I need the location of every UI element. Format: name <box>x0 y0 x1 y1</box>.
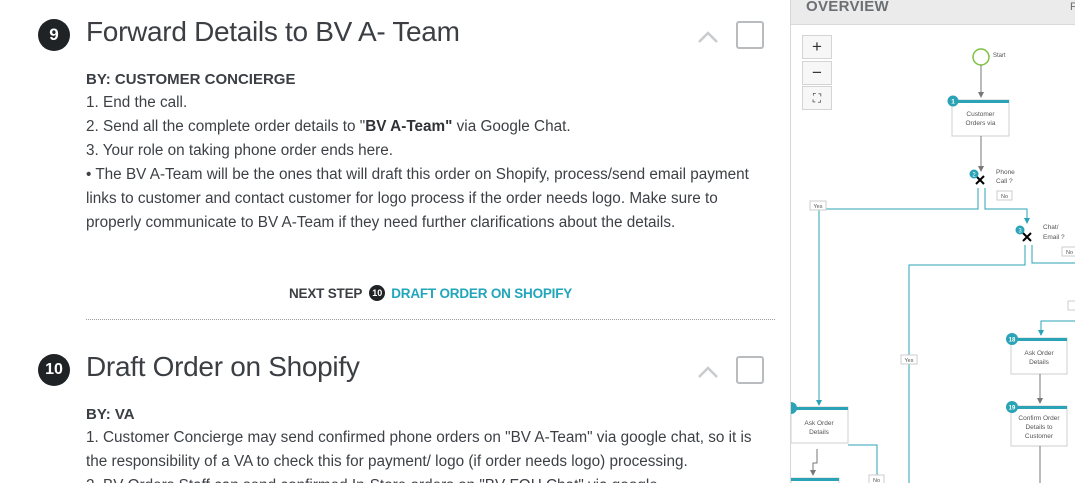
flow-connector <box>1038 320 1075 336</box>
decision-node-3[interactable]: 3 Chat/ Email ? <box>1015 224 1066 242</box>
zoom-in-button[interactable]: + <box>802 35 832 59</box>
step-complete-checkbox[interactable] <box>736 21 764 49</box>
start-node[interactable] <box>972 48 990 66</box>
bold-text: BV A-Team" <box>365 118 453 135</box>
zoom-out-button[interactable]: − <box>802 61 832 85</box>
node-label: Details <box>809 429 830 436</box>
decision-node-2[interactable]: 2 Phone Call ? <box>969 169 1016 185</box>
edge-label-box <box>1067 300 1075 311</box>
step-line: 3. Your role on taking phone order ends … <box>86 142 394 159</box>
step-title: Draft Order on Shopify <box>86 351 360 382</box>
edge-label: Yes <box>905 358 914 364</box>
step-line: 2. BV Orders Staff can send confirmed In… <box>86 474 766 483</box>
next-step-number-badge: 10 <box>369 285 386 301</box>
step-line: 2. Send all the complete order details t… <box>86 115 776 139</box>
node-label: Email ? <box>1043 234 1065 241</box>
flow-node-1[interactable]: Customer Orders via <box>951 99 1010 137</box>
node-label: Customer <box>966 111 995 118</box>
step-line: 1. End the call. <box>86 94 188 111</box>
step-line: • The BV A-Team will be the ones that wi… <box>86 166 749 231</box>
chevron-up-icon[interactable] <box>697 30 719 44</box>
next-step-row: NEXT STEP 10 DRAFT ORDER ON SHOPIFY <box>289 285 572 301</box>
flowchart-svg: Start Customer Orders via 1 2 Phone Call… <box>791 48 1075 483</box>
step-title: Forward Details to BV A- Team <box>86 16 460 47</box>
step-number-badge: 10 <box>38 354 70 386</box>
step-line: 1. Customer Concierge may send confirmed… <box>86 429 752 470</box>
step-body: 1. End the call. 2. Send all the complet… <box>86 91 776 235</box>
edge-label: No <box>873 478 880 483</box>
step-assignee: BY: VA <box>86 406 135 423</box>
node-label: Confirm Order <box>1018 415 1060 422</box>
text-segment: via Google Chat. <box>452 118 571 135</box>
node-label: Orders via <box>966 120 996 127</box>
partial-node-accent <box>791 478 839 481</box>
step-complete-checkbox[interactable] <box>736 356 764 384</box>
step-assignee: BY: CUSTOMER CONCIERGE <box>86 71 296 88</box>
node-label: Details <box>1029 359 1050 366</box>
edge-label: No <box>1001 194 1008 200</box>
text-segment: 2. Send all the complete order details t… <box>86 118 366 135</box>
flow-node-5[interactable]: Ask Order Details <box>791 406 849 444</box>
step-number-badge: 9 <box>38 19 70 51</box>
node-number: 19 <box>1009 406 1016 412</box>
flow-connector <box>908 245 1026 483</box>
chevron-up-icon[interactable] <box>697 365 719 379</box>
checklist-main: 9 Forward Details to BV A- Team BY: CUST… <box>0 0 790 483</box>
fit-screen-button[interactable]: ⛶ <box>802 86 832 110</box>
divider <box>86 319 775 320</box>
node-label: Ask Order <box>804 420 834 427</box>
node-number: 18 <box>1009 338 1016 344</box>
overview-title: OVERVIEW <box>806 0 889 15</box>
flowchart-canvas[interactable]: Start Customer Orders via 1 2 Phone Call… <box>791 24 1075 483</box>
flow-node-19[interactable]: Confirm Order Details to Customer <box>1010 405 1068 447</box>
flow-node-18[interactable]: Ask Order Details <box>1010 337 1068 375</box>
overview-panel: OVERVIEW F Start Customer Orders via 1 <box>790 0 1075 483</box>
flow-connector <box>816 188 979 406</box>
start-label: Start <box>993 53 1006 59</box>
edge-label: Yes <box>814 204 823 210</box>
flow-connector <box>810 449 818 476</box>
edge-label: No <box>1066 250 1073 256</box>
node-label: Customer <box>1025 433 1054 440</box>
node-label: Call ? <box>996 178 1013 185</box>
node-label: Chat/ <box>1043 224 1059 231</box>
step-body: 1. Customer Concierge may send confirmed… <box>86 426 766 483</box>
node-label: Phone <box>996 169 1015 176</box>
overview-header-glyph: F <box>1070 1 1075 13</box>
node-label: Details to <box>1025 424 1052 431</box>
node-label: Ask Order <box>1024 350 1054 357</box>
next-step-label: NEXT STEP <box>289 285 363 301</box>
node-number: 1 <box>951 99 955 106</box>
next-step-link[interactable]: DRAFT ORDER ON SHOPIFY <box>391 286 572 301</box>
